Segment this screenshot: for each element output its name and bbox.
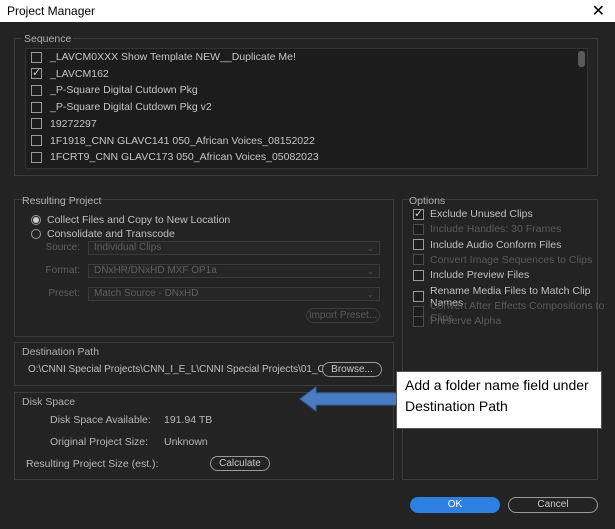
import-preset-button: Import Preset... xyxy=(306,308,380,323)
sequence-list-item[interactable]: 1FCRT9_CNN GLAVC173 050_African Voices_0… xyxy=(31,149,319,165)
option-item[interactable]: Exclude Unused Clips xyxy=(413,207,533,220)
option-item: Preserve Alpha xyxy=(413,315,501,327)
option-item: Convert Image Sequences to Clips xyxy=(413,254,592,266)
disk-available-value: 191.94 TB xyxy=(164,414,213,426)
sequence-list-item[interactable]: 19272297 xyxy=(31,116,97,132)
option-label: Convert Image Sequences to Clips xyxy=(430,253,593,266)
resulting-size-label: Resulting Project Size (est.): xyxy=(26,458,159,470)
checkbox-icon[interactable] xyxy=(31,84,42,96)
calculate-button[interactable]: Calculate xyxy=(210,456,270,471)
window-title: Project Manager xyxy=(7,4,96,18)
sequence-item-label: _P-Square Digital Cutdown Pkg v2 xyxy=(50,101,212,114)
title-bar: Project Manager ✕ xyxy=(0,0,615,22)
ok-button[interactable]: OK xyxy=(410,497,500,513)
sequence-item-label: _LAVCM162 xyxy=(50,67,109,80)
option-item: Include Handles: 30 Frames xyxy=(413,223,561,235)
sequence-item-label: 1FCRT9_CNN GLAVC173 050_African Voices_0… xyxy=(50,151,319,164)
option-label: Preserve Alpha xyxy=(430,315,502,328)
resulting-project-label: Resulting Project xyxy=(22,195,102,207)
checkbox-icon[interactable] xyxy=(413,269,424,281)
checkbox-checked-icon[interactable] xyxy=(31,66,42,80)
checkbox-icon[interactable] xyxy=(31,151,42,163)
checkbox-icon xyxy=(413,254,424,266)
option-item[interactable]: Include Preview Files xyxy=(413,269,529,281)
option-label: Exclude Unused Clips xyxy=(430,208,533,220)
sequence-list-item[interactable]: _LAVCM0XXX Show Template NEW__Duplicate … xyxy=(31,49,296,65)
sequence-label: Sequence xyxy=(22,33,74,45)
option-label: Include Audio Conform Files xyxy=(430,238,562,251)
source-label: Source: xyxy=(45,242,80,253)
annotation-text: Add a folder name field under Destinatio… xyxy=(405,377,589,414)
cancel-button[interactable]: Cancel xyxy=(508,497,598,513)
collect-files-label: Collect Files and Copy to New Location xyxy=(47,214,231,226)
sequence-list-item[interactable]: 1F1918_CNN GLAVC141 050_African Voices_0… xyxy=(31,133,315,149)
sequence-item-label: _LAVCM0XXX Show Template NEW__Duplicate … xyxy=(50,51,296,63)
sequence-list-item[interactable]: _P-Square Digital Cutdown Pkg v2 xyxy=(31,99,212,115)
checkbox-icon xyxy=(413,315,424,327)
option-label: Include Handles: 30 Frames xyxy=(430,223,562,236)
annotation-callout: Add a folder name field under Destinatio… xyxy=(396,371,602,429)
sequence-item-label: 19272297 xyxy=(50,117,97,130)
checkbox-icon[interactable] xyxy=(31,118,42,130)
source-select: Individual Clips ⌄ xyxy=(88,241,380,255)
preset-value: Match Source - DNxHD xyxy=(94,288,199,299)
close-icon[interactable]: ✕ xyxy=(592,1,605,21)
original-size-label: Original Project Size: xyxy=(50,436,149,448)
sequence-scrollbar[interactable] xyxy=(578,51,585,67)
checkbox-icon[interactable] xyxy=(31,101,42,113)
source-value: Individual Clips xyxy=(94,242,162,253)
format-select: DNxHR/DNxHD MXF OP1a ⌄ xyxy=(88,264,380,278)
destination-label: Destination Path xyxy=(22,346,100,358)
sequence-list-item[interactable]: _LAVCM162 xyxy=(31,66,109,82)
collect-files-radio[interactable]: Collect Files and Copy to New Location xyxy=(31,214,230,226)
checkbox-icon[interactable] xyxy=(31,51,42,63)
sequence-item-label: 1F1918_CNN GLAVC141 050_African Voices_0… xyxy=(50,134,315,147)
options-label: Options xyxy=(409,195,446,207)
preset-select: Match Source - DNxHD ⌄ xyxy=(88,287,380,301)
browse-button[interactable]: Browse... xyxy=(322,362,382,377)
format-value: DNxHR/DNxHD MXF OP1a xyxy=(94,265,217,276)
disk-space-label: Disk Space xyxy=(22,396,76,408)
option-item[interactable]: Include Audio Conform Files xyxy=(413,239,561,251)
original-size-value: Unknown xyxy=(164,436,208,448)
chevron-down-icon: ⌄ xyxy=(366,289,374,299)
sequence-item-label: _P-Square Digital Cutdown Pkg xyxy=(50,84,198,97)
chevron-down-icon: ⌄ xyxy=(366,243,374,253)
option-label: Include Preview Files xyxy=(430,269,530,282)
checkbox-checked-icon[interactable] xyxy=(413,207,424,220)
checkbox-icon[interactable] xyxy=(413,239,424,251)
consolidate-label: Consolidate and Transcode xyxy=(47,228,175,240)
checkbox-icon xyxy=(413,223,424,235)
disk-available-label: Disk Space Available: xyxy=(50,414,151,426)
preset-label: Preset: xyxy=(48,288,80,299)
radio-selected-icon xyxy=(31,215,41,225)
consolidate-radio[interactable]: Consolidate and Transcode xyxy=(31,228,175,240)
checkbox-icon[interactable] xyxy=(31,135,42,146)
annotation-arrow-icon xyxy=(299,386,399,412)
chevron-down-icon: ⌄ xyxy=(366,266,374,276)
sequence-list-item[interactable]: _P-Square Digital Cutdown Pkg xyxy=(31,82,198,98)
radio-empty-icon xyxy=(31,229,41,239)
format-label: Format: xyxy=(45,265,80,276)
